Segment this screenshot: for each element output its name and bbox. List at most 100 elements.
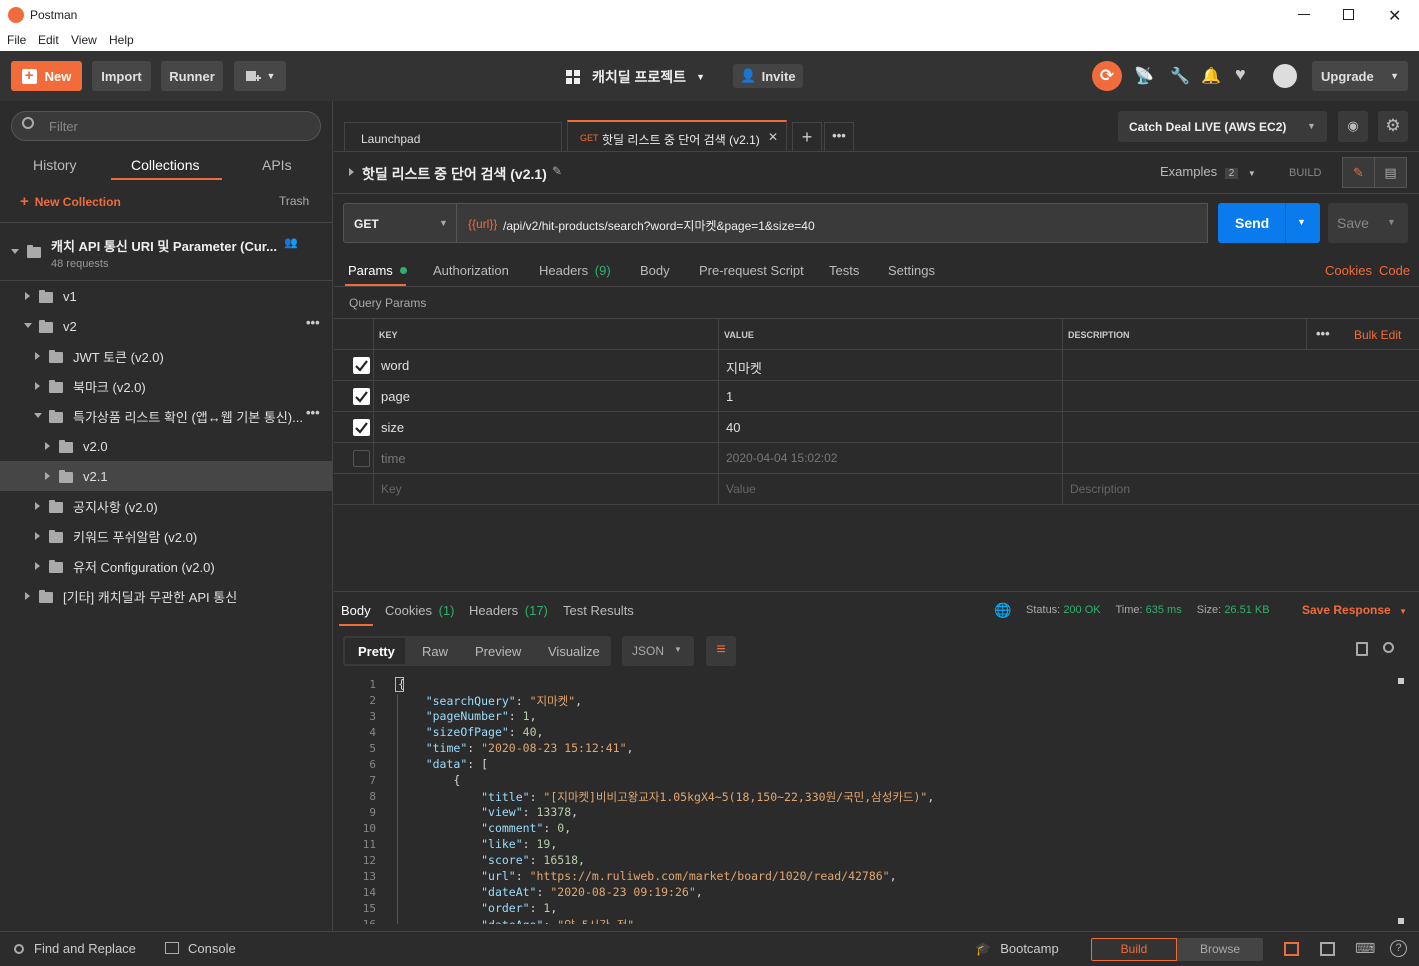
trash-link[interactable]: Trash [279, 194, 309, 208]
scroll-down-arrow[interactable] [1398, 918, 1404, 924]
add-tab-button[interactable]: + [792, 122, 822, 152]
param-key[interactable]: size [381, 420, 404, 435]
tab-test-results[interactable]: Test Results [563, 603, 634, 618]
minimize-button[interactable] [1298, 14, 1310, 15]
eye-icon[interactable]: ◉ [1338, 111, 1368, 142]
bootcamp-button[interactable]: 🎓 Bootcamp [975, 941, 1059, 957]
find-replace-button[interactable]: Find and Replace [14, 941, 136, 956]
tree-folder-bookmark[interactable]: 북마크 (v2.0) [0, 371, 332, 401]
copy-icon[interactable] [1356, 642, 1368, 656]
filter-input[interactable]: Filter [11, 111, 321, 141]
view-visualize[interactable]: Visualize [548, 644, 600, 659]
new-window-button[interactable]: ▼ [234, 61, 286, 91]
menu-help[interactable]: Help [109, 33, 134, 47]
tab-more-button[interactable]: ••• [824, 122, 854, 152]
build-mode-button[interactable]: ✎ [1342, 157, 1375, 188]
search-icon[interactable] [1383, 642, 1394, 653]
tree-folder-v2-1[interactable]: v2.1 [0, 461, 332, 491]
help-icon[interactable]: ? [1390, 940, 1407, 957]
send-button[interactable]: Send ▼ [1218, 203, 1320, 243]
method-select[interactable]: GET ▼ [343, 203, 457, 243]
new-description-input[interactable]: Description [1070, 482, 1130, 496]
heart-icon[interactable]: ♥ [1235, 64, 1246, 85]
more-icon[interactable]: ••• [306, 315, 320, 330]
new-value-input[interactable]: Value [726, 482, 756, 496]
more-icon[interactable]: ••• [1316, 326, 1330, 341]
param-key[interactable]: time [381, 451, 406, 466]
tree-folder-v2[interactable]: v2 ••• [0, 311, 332, 341]
chevron-right-icon[interactable] [349, 168, 354, 176]
examples-dropdown[interactable]: Examples 2 ▼ [1160, 164, 1256, 179]
globe-icon[interactable]: 🌐 [994, 602, 1011, 619]
tree-folder-special-products[interactable]: 특가상품 리스트 확인 (앱↔웹 기본 통신)... ••• [0, 401, 332, 431]
param-checkbox[interactable] [353, 450, 370, 467]
param-checkbox[interactable] [353, 357, 370, 374]
import-button[interactable]: Import [92, 61, 151, 91]
param-key[interactable]: page [381, 389, 410, 404]
param-value[interactable]: 지마켓 [726, 358, 762, 377]
param-value[interactable]: 40 [726, 420, 740, 435]
bulk-edit-link[interactable]: Bulk Edit [1354, 328, 1401, 342]
menu-view[interactable]: View [71, 33, 97, 47]
tab-history[interactable]: History [33, 157, 77, 173]
url-input[interactable]: {{url}} /api/v2/hit-products/search?word… [457, 203, 1208, 243]
build-toggle[interactable]: Build [1091, 938, 1177, 961]
satellite-icon[interactable]: 📡 [1134, 66, 1154, 86]
upgrade-button[interactable]: Upgrade ▼ [1312, 61, 1408, 91]
menu-file[interactable]: File [7, 33, 26, 47]
new-key-input[interactable]: Key [381, 482, 402, 496]
tree-folder-v1[interactable]: v1 [0, 281, 332, 311]
param-value[interactable]: 2020-04-04 15:02:02 [726, 451, 837, 465]
code-editor[interactable]: 1 {2 "searchQuery": "지마켓", 3 "pageNumber":… [334, 676, 1419, 924]
tab-response-headers[interactable]: Headers (17) [469, 603, 548, 618]
close-icon[interactable]: ✕ [768, 130, 778, 144]
collection-item[interactable]: 캐치 API 통신 URI 및 Parameter (Cur... 👥 48 r… [0, 223, 332, 281]
two-pane-view-icon[interactable] [1284, 942, 1299, 956]
keyboard-shortcuts-icon[interactable]: ⌨ [1355, 940, 1375, 957]
gear-icon[interactable]: ⚙ [1378, 111, 1408, 142]
browse-toggle[interactable]: Browse [1177, 938, 1263, 961]
tab-response-cookies[interactable]: Cookies (1) [385, 603, 454, 618]
close-window-button[interactable]: ✕ [1388, 6, 1401, 26]
tree-folder-notice[interactable]: 공지사항 (v2.0) [0, 491, 332, 521]
tab-apis[interactable]: APIs [262, 157, 292, 173]
save-button[interactable]: Save ▼ [1328, 203, 1408, 243]
pencil-icon[interactable]: ✎ [552, 164, 562, 178]
tab-settings[interactable]: Settings [888, 263, 935, 278]
avatar[interactable] [1273, 64, 1297, 88]
scrollbar[interactable] [1398, 678, 1404, 924]
code-link[interactable]: Code [1379, 263, 1410, 278]
sync-icon[interactable]: ⟳ [1092, 61, 1122, 91]
maximize-button[interactable] [1343, 9, 1354, 20]
bell-icon[interactable]: 🔔 [1201, 66, 1221, 86]
cookies-link[interactable]: Cookies [1325, 263, 1372, 278]
comments-button[interactable]: ▤ [1374, 157, 1407, 188]
workspace-switcher[interactable]: 캐치딜 프로젝트 ▼ [566, 67, 705, 87]
environment-select[interactable]: Catch Deal LIVE (AWS EC2) ▼ [1118, 111, 1327, 142]
tab-collections[interactable]: Collections [131, 157, 199, 173]
console-button[interactable]: Console [165, 941, 236, 956]
tab-pre-request-script[interactable]: Pre-request Script [699, 263, 804, 278]
wrench-icon[interactable]: 🔧 [1170, 66, 1190, 86]
format-select[interactable]: JSON ▼ [622, 636, 694, 666]
param-checkbox[interactable] [353, 419, 370, 436]
param-key[interactable]: word [381, 358, 409, 373]
tab-tests[interactable]: Tests [829, 263, 859, 278]
param-checkbox[interactable] [353, 388, 370, 405]
tab-body[interactable]: Body [640, 263, 670, 278]
tab-launchpad[interactable]: Launchpad [344, 122, 562, 152]
scroll-up-arrow[interactable] [1398, 678, 1404, 684]
menu-edit[interactable]: Edit [38, 33, 59, 47]
tab-params[interactable]: Params [348, 263, 408, 278]
tree-folder-etc[interactable]: [기타] 캐치딜과 무관한 API 통신 [0, 581, 332, 611]
param-value[interactable]: 1 [726, 389, 733, 404]
view-raw[interactable]: Raw [422, 644, 448, 659]
tab-response-body[interactable]: Body [341, 603, 371, 618]
tab-authorization[interactable]: Authorization [433, 263, 509, 278]
new-button[interactable]: + New [11, 61, 82, 91]
layout-icon[interactable] [1320, 942, 1335, 956]
view-preview[interactable]: Preview [475, 644, 521, 659]
wrap-lines-button[interactable]: ≡ [706, 636, 736, 666]
runner-button[interactable]: Runner [161, 61, 223, 91]
tree-folder-v2-0[interactable]: v2.0 [0, 431, 332, 461]
